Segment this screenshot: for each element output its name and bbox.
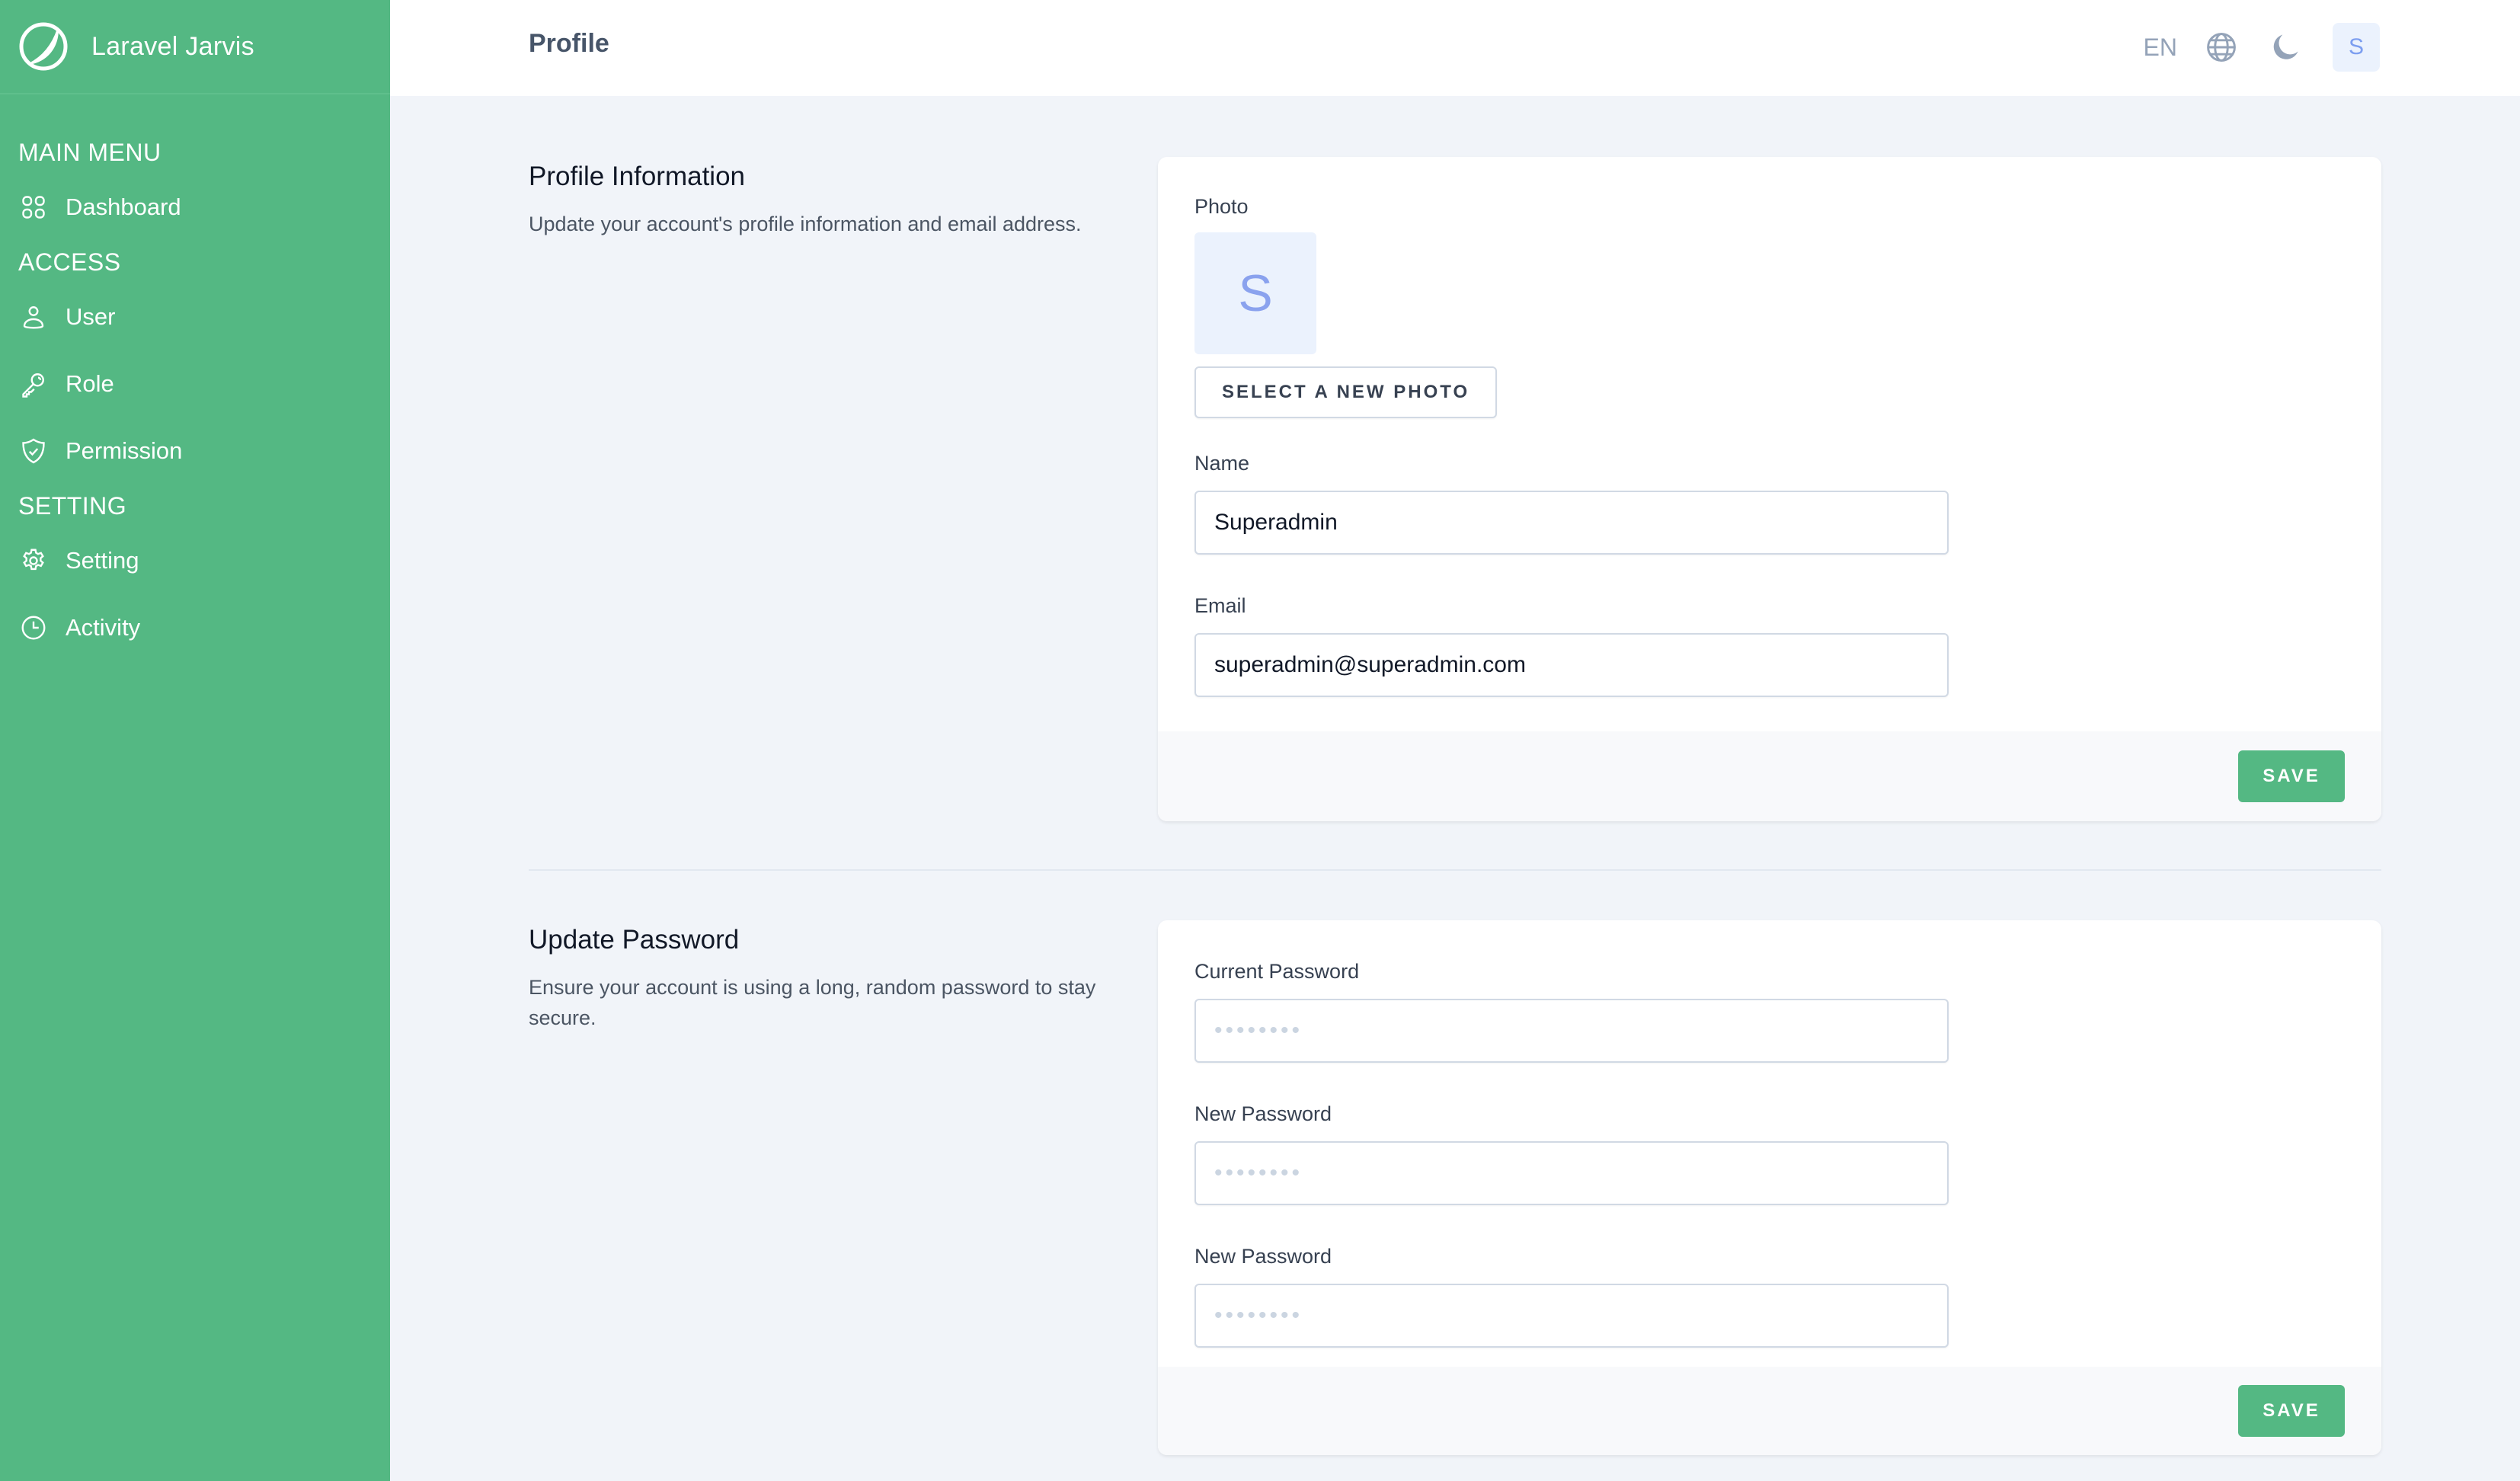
sidebar-item-setting[interactable]: Setting: [0, 527, 390, 594]
gear-icon: [23, 549, 44, 571]
sidebar: Laravel Jarvis MAIN MENU Dashboard ACCES…: [0, 0, 390, 1481]
current-password-label: Current Password: [1194, 960, 1360, 983]
section-description: Update your account's profile informatio…: [529, 213, 1082, 235]
page-title: Profile: [529, 29, 609, 58]
profile-info-card: Photo S SELECT A NEW PHOTO Name Email SA…: [1158, 157, 2381, 821]
sidebar-item-label: Dashboard: [66, 194, 181, 220]
current-password-input[interactable]: [1194, 999, 1949, 1063]
photo-label: Photo: [1194, 195, 1249, 218]
language-code[interactable]: EN: [2144, 34, 2177, 62]
section-divider: [529, 869, 2381, 871]
select-new-photo-button[interactable]: SELECT A NEW PHOTO: [1194, 366, 1498, 418]
nav-section-setting: SETTING: [18, 492, 127, 520]
update-password-intro: Update Password Ensure your account is u…: [529, 925, 1130, 1033]
header-actions: EN S: [2144, 23, 2380, 72]
sidebar-item-user[interactable]: User: [0, 283, 390, 350]
save-profile-button[interactable]: SAVE: [2238, 750, 2345, 802]
email-label: Email: [1194, 594, 1246, 617]
photo-field: Photo S SELECT A NEW PHOTO: [1194, 195, 2345, 418]
sidebar-item-label: User: [66, 303, 116, 330]
clock-icon: [21, 616, 46, 640]
nav-section-main-menu: MAIN MENU: [18, 139, 161, 166]
confirm-password-label: New Password: [1194, 1245, 1332, 1268]
name-input[interactable]: [1194, 491, 1949, 555]
new-password-label: New Password: [1194, 1102, 1332, 1125]
shield-check-icon: [22, 438, 45, 464]
confirm-password-field: New Password: [1194, 1245, 2345, 1348]
update-password-card: Current Password New Password New Passwo…: [1158, 920, 2381, 1455]
sidebar-item-permission[interactable]: Permission: [0, 417, 390, 485]
sidebar-item-dashboard[interactable]: Dashboard: [0, 174, 390, 241]
globe-icon[interactable]: [2205, 30, 2238, 64]
sidebar-item-label: Permission: [66, 437, 183, 464]
nav-section-access: ACCESS: [18, 248, 121, 276]
sidebar-item-activity[interactable]: Activity: [0, 594, 390, 661]
new-password-field: New Password: [1194, 1102, 2345, 1205]
name-label: Name: [1194, 452, 1250, 475]
sidebar-nav: MAIN MENU Dashboard ACCESS User Role Per…: [0, 94, 390, 661]
key-icon: [22, 373, 44, 398]
app-name: Laravel Jarvis: [91, 31, 254, 61]
top-header: Profile EN S: [390, 0, 2520, 96]
email-input[interactable]: [1194, 633, 1949, 697]
sidebar-item-label: Activity: [66, 614, 141, 641]
sidebar-item-label: Setting: [66, 547, 139, 574]
section-title: Update Password: [529, 925, 740, 955]
new-password-input[interactable]: [1194, 1141, 1949, 1205]
section-description: Ensure your account is using a long, ran…: [529, 976, 1096, 1029]
moon-icon[interactable]: [2269, 30, 2302, 64]
brand[interactable]: Laravel Jarvis: [0, 0, 390, 94]
profile-photo: S: [1194, 232, 1316, 354]
sidebar-item-role[interactable]: Role: [0, 350, 390, 417]
section-title: Profile Information: [529, 162, 746, 191]
email-field: Email: [1194, 594, 2345, 697]
user-icon: [23, 306, 44, 329]
app-logo-icon: [19, 22, 68, 71]
grid-icon: [22, 196, 45, 219]
confirm-password-input[interactable]: [1194, 1284, 1949, 1348]
card-footer: SAVE: [1158, 731, 2381, 821]
name-field: Name: [1194, 452, 2345, 555]
current-password-field: Current Password: [1194, 960, 2345, 1063]
user-avatar[interactable]: S: [2333, 23, 2380, 72]
save-password-button[interactable]: SAVE: [2238, 1385, 2345, 1437]
sidebar-item-label: Role: [66, 370, 114, 397]
card-footer: SAVE: [1158, 1367, 2381, 1455]
profile-info-intro: Profile Information Update your account'…: [529, 162, 1130, 239]
